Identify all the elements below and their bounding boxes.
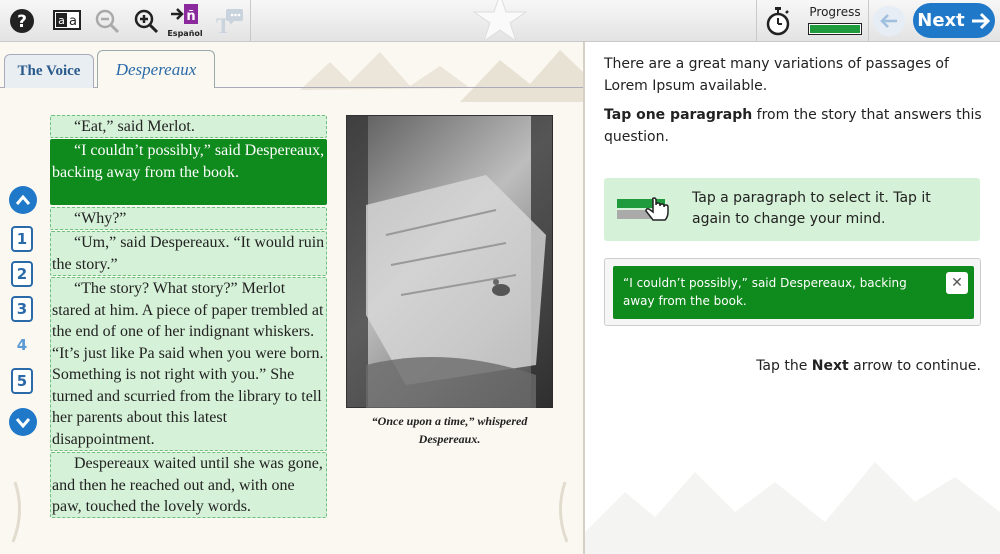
zoom-out-icon[interactable] <box>90 4 124 38</box>
arrow-left-icon <box>880 14 897 28</box>
next-label: Next <box>917 10 965 31</box>
svg-text:ñ: ñ <box>186 9 195 24</box>
story-paragraph[interactable]: “Eat,” said Merlot. <box>50 115 327 138</box>
story-paragraph[interactable]: Despereaux waited until she was gone, an… <box>50 452 327 518</box>
tab-the-voice[interactable]: The Voice <box>4 54 94 88</box>
espanol-label: Español <box>167 29 203 38</box>
toolbar-divider <box>250 0 251 42</box>
star-logo-icon <box>472 0 528 42</box>
page-button-1[interactable]: 1 <box>11 226 33 252</box>
page-button-3[interactable]: 3 <box>11 296 33 322</box>
toolbar-divider <box>868 0 869 42</box>
story-paragraph[interactable]: “Why?” <box>50 207 327 230</box>
question-text: There are a great many variations of pas… <box>604 54 984 156</box>
chevron-down-icon <box>15 418 31 428</box>
toolbar-divider <box>756 0 757 42</box>
next-button[interactable]: Next <box>913 3 995 38</box>
chevron-up-icon <box>15 194 31 205</box>
timer-icon[interactable] <box>761 4 795 38</box>
page-button-4[interactable]: 4 <box>11 332 33 358</box>
page-button-2[interactable]: 2 <box>11 261 33 287</box>
selected-answer-text: “I couldn’t possibly,” said Despereaux, … <box>623 276 907 308</box>
text-size-icon[interactable]: aa <box>50 4 84 38</box>
question-intro: There are a great many variations of pas… <box>604 56 949 94</box>
illustration-caption: “Once upon a time,” whispered Despereaux… <box>346 412 553 448</box>
instruction-hint: Tap a paragraph to select it. Tap it aga… <box>604 178 980 241</box>
svg-text:a: a <box>58 14 65 27</box>
hint-text: Tap a paragraph to select it. Tap it aga… <box>692 190 931 227</box>
text-to-speech-icon[interactable]: T <box>212 4 246 38</box>
question-prompt: Tap one paragraph from the story that an… <box>604 105 984 148</box>
page-button-5[interactable]: 5 <box>11 368 33 394</box>
story-illustration <box>345 114 554 409</box>
svg-text:a: a <box>69 14 77 29</box>
caption-line-1: “Once upon a time,” whispered <box>371 414 528 428</box>
espanol-button[interactable]: ñ Español <box>165 2 205 40</box>
zoom-in-icon[interactable] <box>129 4 163 38</box>
help-icon[interactable]: ? <box>5 4 39 38</box>
next-instruction-bold: Next <box>811 358 849 374</box>
next-instruction-post: arrow to continue. <box>848 358 981 374</box>
caption-line-2: Despereaux. <box>418 432 481 446</box>
progress-bar-fill <box>810 25 860 33</box>
story-panel: The Voice Despereaux 1 2 3 4 5 “Eat,” sa… <box>0 42 583 554</box>
progress-indicator: Progress <box>806 4 864 38</box>
mouse-book-illustration <box>345 114 554 409</box>
remove-answer-button[interactable]: ✕ <box>946 272 968 294</box>
tap-hand-icon <box>617 197 669 221</box>
selected-answer[interactable]: “I couldn’t possibly,” said Despereaux, … <box>613 266 974 319</box>
next-instruction: Tap the Next arrow to continue. <box>756 358 981 374</box>
story-paragraph-selected[interactable]: “I couldn’t possibly,” said Despereaux, … <box>50 139 327 205</box>
next-instruction-pre: Tap the <box>756 358 812 374</box>
progress-label: Progress <box>809 5 861 19</box>
tab-despereaux[interactable]: Despereaux <box>97 50 215 88</box>
background-mountains-decoration <box>585 462 1000 554</box>
spanish-language-icon: ñ <box>171 4 198 24</box>
story-paragraph[interactable]: “Um,” said Despereaux. “It would ruin th… <box>50 231 327 276</box>
question-panel: There are a great many variations of pas… <box>585 42 1000 554</box>
scroll-up-button[interactable] <box>9 186 37 214</box>
question-prompt-bold: Tap one paragraph <box>604 107 753 123</box>
back-button[interactable] <box>873 6 905 36</box>
story-paragraph[interactable]: “The story? What story?” Merlot stared a… <box>50 277 327 451</box>
svg-text:?: ? <box>17 12 27 32</box>
progress-bar <box>808 23 862 35</box>
scroll-down-button[interactable] <box>9 408 37 436</box>
toolbar: ? aa ñ Español T Progress Next <box>0 0 1000 42</box>
close-icon: ✕ <box>951 275 963 291</box>
arrow-right-icon <box>971 12 990 29</box>
answer-drop-zone: “I couldn’t possibly,” said Despereaux, … <box>604 258 981 326</box>
